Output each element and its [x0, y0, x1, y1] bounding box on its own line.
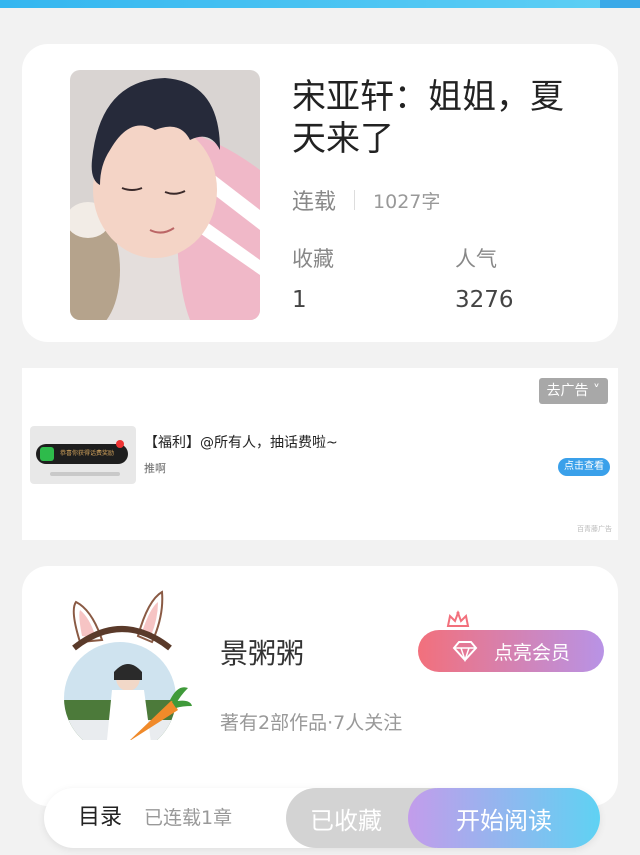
ad-source: 推啊	[144, 462, 166, 475]
top-accent-bar	[0, 0, 640, 8]
book-cover-image[interactable]	[70, 70, 260, 320]
book-title: 宋亚轩：姐姐，夏天来了	[292, 77, 564, 159]
author-stats: 著有2部作品·7人关注	[220, 712, 403, 734]
book-status: 连载	[292, 190, 337, 215]
start-reading-label: 开始阅读	[456, 806, 552, 835]
book-info-card: 宋亚轩：姐姐，夏天来了 连载 1027字 收藏 1 人气 3276	[22, 44, 618, 342]
ad-banner[interactable]: 去广告 ˅ 恭喜你获得话费奖励 【福利】@所有人，抽话费啦~ 推啊 点击查看 百…	[22, 368, 618, 540]
table-of-contents-button[interactable]: 目录	[78, 788, 122, 848]
start-reading-button[interactable]: 开始阅读	[408, 788, 600, 848]
popularity-label: 人气	[455, 247, 497, 271]
ad-cta-button[interactable]: 点击查看	[558, 458, 610, 476]
wechat-icon	[40, 447, 54, 461]
activate-vip-button[interactable]: 点亮会员	[418, 630, 604, 672]
book-word-count: 1027字	[373, 190, 441, 213]
popularity-stat: 人气 3276	[455, 244, 514, 320]
chapter-count[interactable]: 已连载1章	[144, 788, 232, 848]
favorites-stat: 收藏 1	[292, 244, 334, 320]
crown-icon	[446, 610, 470, 627]
ad-provider-mark: 百青藤广告	[577, 525, 612, 533]
vip-button-label: 点亮会员	[493, 641, 570, 664]
diamond-icon	[452, 641, 478, 662]
meta-divider	[354, 190, 356, 210]
author-name[interactable]: 景粥粥	[220, 632, 304, 672]
favorites-value: 1	[292, 287, 307, 313]
favorited-label: 已收藏	[310, 806, 382, 835]
notification-dot-icon	[116, 440, 124, 448]
ad-headline[interactable]: 【福利】@所有人，抽话费啦~	[144, 432, 338, 452]
favorites-label: 收藏	[292, 247, 334, 271]
author-card: 景粥粥 著有2部作品·7人关注 点亮会员	[22, 566, 618, 806]
bottom-action-bar: 目录 已连载1章 已收藏 开始阅读	[44, 788, 600, 848]
ad-thumbnail[interactable]: 恭喜你获得话费奖励	[30, 426, 136, 484]
remove-ads-button[interactable]: 去广告 ˅	[538, 378, 608, 404]
author-avatar[interactable]	[52, 580, 192, 754]
popularity-value: 3276	[455, 287, 514, 313]
book-meta-row: 连载 1027字	[292, 184, 440, 216]
